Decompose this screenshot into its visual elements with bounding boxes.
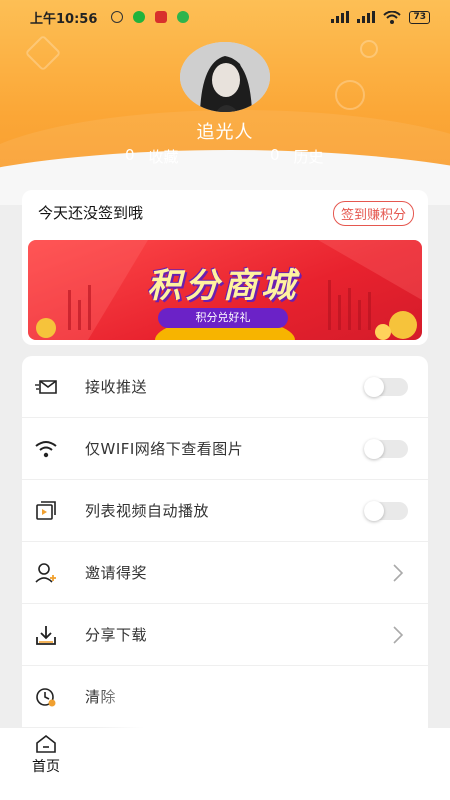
wifi-only-toggle[interactable] xyxy=(364,438,408,459)
news-app-icon xyxy=(155,11,168,23)
status-time: 上午10:56 xyxy=(30,11,98,27)
signal-icon-2 xyxy=(357,11,376,23)
battery-indicator: 73 xyxy=(409,10,430,24)
push-mail-icon xyxy=(35,379,57,394)
history-count: 0 xyxy=(270,146,280,164)
history-stat[interactable]: 0 历史 xyxy=(270,146,324,167)
video-play-icon xyxy=(36,500,56,520)
avatar[interactable] xyxy=(180,42,270,112)
wechat-icon xyxy=(133,11,146,23)
username: 追光人 xyxy=(196,122,254,143)
signal-icon xyxy=(331,11,350,23)
avatar-photo xyxy=(180,42,270,112)
chevron-right-icon xyxy=(393,625,404,644)
setting-label: 分享下载 xyxy=(85,626,148,644)
invite-user-icon xyxy=(35,562,56,583)
chevron-right-icon xyxy=(393,563,404,582)
setting-row-invite[interactable]: 邀请得奖 xyxy=(22,542,428,604)
banner-title: 积分商城 xyxy=(147,266,299,306)
setting-row-push[interactable]: 接收推送 xyxy=(22,356,428,418)
bottom-navigation: 首页 xyxy=(0,728,450,800)
nav-home[interactable]: 首页 xyxy=(20,734,72,776)
setting-label: 仅WIFI网络下查看图片 xyxy=(85,440,244,458)
banner-subtitle: 积分兑好礼 xyxy=(158,308,288,328)
favorites-stat[interactable]: 0 收藏 xyxy=(125,146,179,167)
favorites-label: 收藏 xyxy=(148,148,179,166)
sign-in-card: 今天还没签到哦 签到赚积分 积分商城 积分兑好礼 xyxy=(22,190,428,345)
sign-in-button[interactable]: 签到赚积分 xyxy=(332,201,414,226)
push-toggle[interactable] xyxy=(364,376,408,397)
points-mall-banner[interactable]: 积分商城 积分兑好礼 xyxy=(28,240,422,340)
wifi-status-icon xyxy=(383,10,402,24)
alarm-icon xyxy=(111,11,124,23)
home-icon xyxy=(36,734,56,753)
setting-label: 邀请得奖 xyxy=(85,564,148,582)
setting-row-wifi[interactable]: 仅WIFI网络下查看图片 xyxy=(22,418,428,480)
autoplay-toggle[interactable] xyxy=(364,500,408,521)
status-bar: 上午10:56 73 xyxy=(0,0,450,34)
download-icon xyxy=(36,625,56,645)
wifi-icon xyxy=(35,440,57,457)
setting-label: 接收推送 xyxy=(85,378,148,396)
setting-row-autoplay[interactable]: 列表视频自动播放 xyxy=(22,480,428,542)
setting-label: 列表视频自动播放 xyxy=(85,502,210,520)
nav-home-label: 首页 xyxy=(32,759,60,775)
setting-row-share[interactable]: 分享下载 xyxy=(22,604,428,666)
history-label: 历史 xyxy=(293,148,324,166)
favorites-count: 0 xyxy=(125,146,135,164)
sign-in-prompt: 今天还没签到哦 xyxy=(38,204,144,222)
green-app-icon xyxy=(177,11,190,23)
